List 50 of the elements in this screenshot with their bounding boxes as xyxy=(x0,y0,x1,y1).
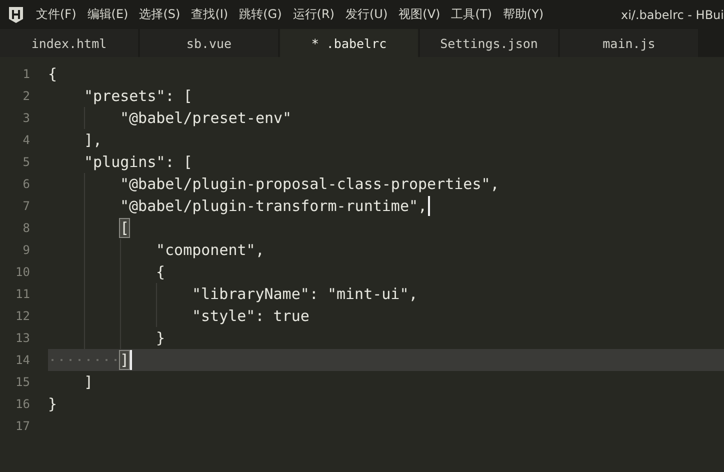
line-number: 12 xyxy=(14,309,31,323)
code-text: "@babel/plugin-proposal-class-properties", xyxy=(120,175,500,193)
code-text: { xyxy=(156,263,166,281)
code-text: ] xyxy=(84,373,94,391)
menu-item[interactable]: 帮助(Y) xyxy=(502,6,544,23)
line-number: 15 xyxy=(14,375,31,389)
code-text: "@babel/preset-env" xyxy=(120,109,292,127)
menu-item[interactable]: 选择(S) xyxy=(139,6,180,23)
code-text: ], xyxy=(84,131,102,149)
line-number: 2 xyxy=(22,89,31,103)
line-number: 14 xyxy=(14,353,31,367)
code-text: } xyxy=(156,329,166,347)
menu-item[interactable]: 工具(T) xyxy=(451,6,492,23)
editor-tab[interactable]: * .babelrc xyxy=(280,29,418,57)
line-number: 11 xyxy=(14,287,31,301)
window-title: xi/.babelrc - HBui xyxy=(620,8,724,22)
code-text: ] xyxy=(120,351,130,369)
editor-tab[interactable]: main.js xyxy=(560,29,698,57)
line-number: 13 xyxy=(14,331,31,345)
code-text: [ xyxy=(120,219,130,237)
line-number: 6 xyxy=(22,177,31,191)
line-number: 17 xyxy=(14,419,31,433)
line-number: 3 xyxy=(22,111,31,125)
line-number: 16 xyxy=(14,397,31,411)
line-number: 7 xyxy=(22,199,31,213)
line-number: 1 xyxy=(22,67,31,81)
menu-item[interactable]: 文件(F) xyxy=(36,6,76,23)
code-text: "plugins": [ xyxy=(84,153,192,171)
app-logo-icon xyxy=(8,6,24,24)
editor-tab[interactable]: index.html xyxy=(0,29,138,57)
menu-item[interactable]: 跳转(G) xyxy=(239,6,282,23)
menu-item[interactable]: 查找(I) xyxy=(191,6,228,23)
menu-item[interactable]: 发行(U) xyxy=(345,6,388,23)
code-text: "component", xyxy=(156,241,264,259)
editor-tab[interactable]: sb.vue xyxy=(140,29,278,57)
code-text: "style": true xyxy=(192,307,310,325)
line-number: 8 xyxy=(22,221,31,235)
menu-item[interactable]: 编辑(E) xyxy=(87,6,128,23)
editor-tab[interactable]: Settings.json xyxy=(420,29,558,57)
code-text: "presets": [ xyxy=(84,87,192,105)
code-text: { xyxy=(48,65,58,83)
line-number: 5 xyxy=(22,155,31,169)
code-text: "@babel/plugin-transform-runtime", xyxy=(120,197,428,215)
code-text: } xyxy=(48,395,58,413)
menu-item[interactable]: 视图(V) xyxy=(398,6,440,23)
code-text: "libraryName": "mint-ui", xyxy=(192,285,418,303)
line-number: 4 xyxy=(22,133,31,147)
line-number: 10 xyxy=(14,265,31,279)
line-number: 9 xyxy=(22,243,31,257)
menu-item[interactable]: 运行(R) xyxy=(292,6,334,23)
